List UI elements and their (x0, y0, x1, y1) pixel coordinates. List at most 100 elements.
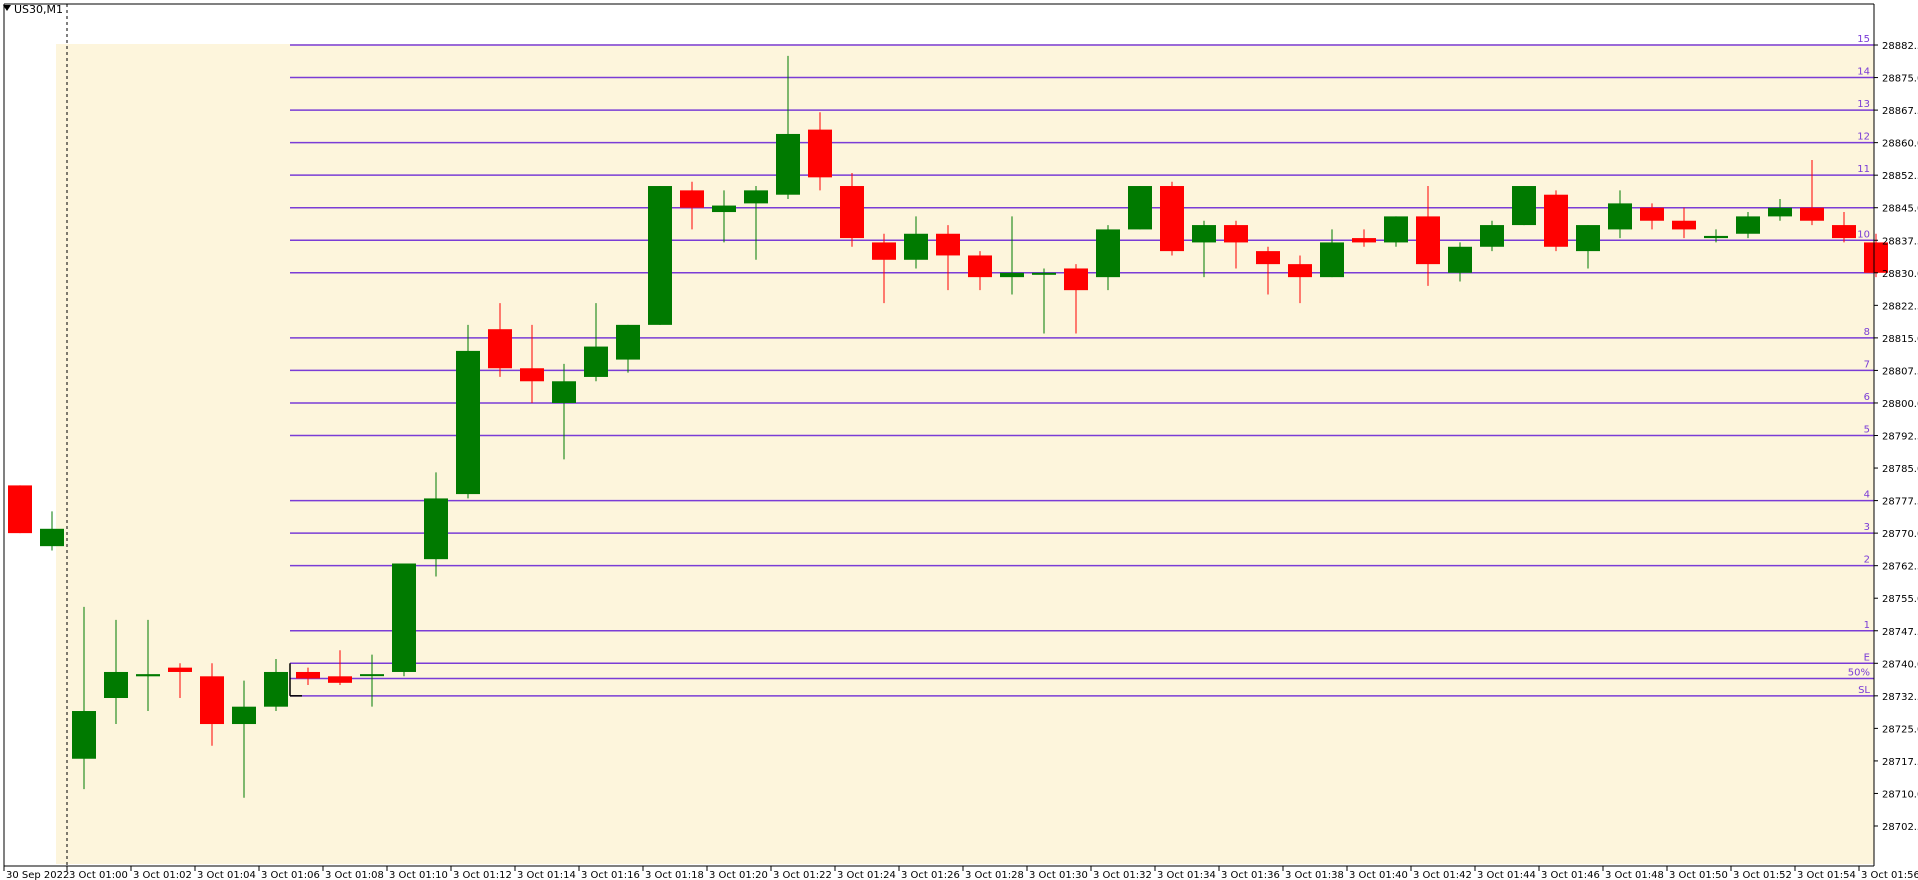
y-tick-label: 28770.0 (1882, 529, 1918, 540)
y-tick-label: 28762.5 (1882, 562, 1918, 573)
y-tick-label: 28837.5 (1882, 236, 1918, 247)
candle-body (1192, 225, 1216, 243)
level-label: 3 (1864, 522, 1870, 533)
y-tick-label: 28725.0 (1882, 724, 1918, 735)
candle-body (40, 528, 64, 547)
candle-body (1384, 216, 1408, 243)
x-tick-label: 3 Oct 01:56 (1861, 870, 1918, 880)
x-tick-label: 3 Oct 01:18 (645, 870, 704, 880)
candle-body (72, 711, 96, 759)
x-tick-label: 3 Oct 01:32 (1093, 870, 1152, 880)
candle-body (1480, 225, 1504, 247)
candle-body (872, 242, 896, 260)
chart-window[interactable]: 151413121110987654321E50%SL 28882.528875… (0, 0, 1918, 880)
price-axis: 28882.5 28875.0 28867.5 28860.0 28852.5 28845… (1874, 41, 1918, 833)
y-tick-label: 28822.5 (1882, 301, 1918, 312)
level-label: 6 (1864, 392, 1870, 403)
x-tick-label: 3 Oct 01:12 (453, 870, 512, 880)
level-label: 2 (1864, 555, 1870, 566)
candle-body (1672, 220, 1696, 230)
time-axis: 30 Sep 2022 3 Oct 01:00 3 Oct 01:02 3 Oct 0… (3, 866, 1918, 880)
candle-body (1800, 207, 1824, 221)
candle-body (1032, 272, 1056, 275)
x-tick-label: 3 Oct 01:10 (389, 870, 448, 880)
candle-body (808, 129, 832, 178)
candle-body (328, 676, 352, 683)
candle-body (776, 133, 800, 195)
candle-body (1768, 207, 1792, 217)
candle-body (1832, 225, 1856, 239)
y-tick-label: 28807.5 (1882, 366, 1918, 377)
candle-body (1512, 186, 1536, 226)
highlight-zone (56, 44, 1874, 864)
candle-body (424, 498, 448, 560)
x-tick-label: 3 Oct 01:44 (1477, 870, 1536, 880)
x-tick-label: 3 Oct 01:42 (1413, 870, 1472, 880)
y-tick-label: 28867.5 (1882, 106, 1918, 117)
candle-body (1128, 186, 1152, 230)
candle-body (1640, 207, 1664, 221)
y-tick-label: 28702.5 (1882, 822, 1918, 833)
candle-body (1000, 272, 1024, 278)
candle-body (1096, 229, 1120, 278)
x-tick-label: 3 Oct 01:46 (1541, 870, 1600, 880)
candle-body (392, 563, 416, 672)
level-label: 5 (1864, 425, 1870, 436)
candle-body (136, 674, 160, 677)
candle-body (616, 324, 640, 360)
candle-body (1352, 238, 1376, 243)
x-tick-label: 3 Oct 01:14 (517, 870, 576, 880)
x-tick-label: 3 Oct 01:04 (197, 870, 256, 880)
x-tick-label: 3 Oct 01:02 (133, 870, 192, 880)
candle-body (840, 186, 864, 239)
x-tick-label: 3 Oct 01:54 (1797, 870, 1856, 880)
x-tick-label: 3 Oct 01:36 (1221, 870, 1280, 880)
level-label: 10 (1857, 229, 1870, 240)
x-tick-label: 3 Oct 01:48 (1605, 870, 1664, 880)
candle-body (1160, 186, 1184, 252)
candle-body (744, 190, 768, 204)
level-label: 13 (1857, 99, 1870, 110)
y-tick-label: 28800.0 (1882, 399, 1918, 410)
y-tick-label: 28815.0 (1882, 334, 1918, 345)
candle-body (168, 667, 192, 672)
chart-menu-icon[interactable] (3, 5, 11, 11)
price-chart[interactable]: 151413121110987654321E50%SL 28882.528875… (0, 0, 1918, 880)
candle-body (456, 350, 480, 495)
x-tick-label: 3 Oct 01:38 (1285, 870, 1344, 880)
level-label: 8 (1864, 327, 1870, 338)
candle-body (360, 674, 384, 677)
candle-body (232, 706, 256, 725)
x-tick-label: 3 Oct 01:34 (1157, 870, 1216, 880)
level-label: 11 (1857, 164, 1870, 175)
candle-body (1704, 235, 1728, 239)
y-tick-label: 28755.0 (1882, 594, 1918, 605)
candle-body (1544, 194, 1568, 247)
candle-body (968, 255, 992, 278)
candle-body (936, 233, 960, 256)
y-tick-label: 28852.5 (1882, 171, 1918, 182)
y-tick-label: 28792.5 (1882, 432, 1918, 443)
candle-body (104, 671, 128, 699)
x-tick-label: 3 Oct 01:16 (581, 870, 640, 880)
candle-body (584, 346, 608, 377)
candle-body (1320, 242, 1344, 278)
x-tick-label: 3 Oct 01:08 (325, 870, 384, 880)
level-label: 15 (1857, 34, 1870, 45)
y-tick-label: 28875.0 (1882, 74, 1918, 85)
level-label: 7 (1864, 359, 1870, 370)
y-tick-label: 28732.5 (1882, 692, 1918, 703)
candle-body (200, 676, 224, 725)
level-label: 4 (1864, 490, 1870, 501)
x-tick-label: 3 Oct 01:26 (901, 870, 960, 880)
x-tick-label: 3 Oct 01:50 (1669, 870, 1728, 880)
x-tick-label: 3 Oct 01:06 (261, 870, 320, 880)
x-tick-label: 3 Oct 01:00 (69, 870, 128, 880)
x-tick-label: 3 Oct 01:28 (965, 870, 1024, 880)
x-tick-label: 3 Oct 01:40 (1349, 870, 1408, 880)
x-tick-label: 3 Oct 01:22 (773, 870, 832, 880)
candle-body (1064, 268, 1088, 291)
candle-body (1576, 225, 1600, 252)
candle-body (488, 329, 512, 369)
y-tick-label: 28882.5 (1882, 41, 1918, 52)
